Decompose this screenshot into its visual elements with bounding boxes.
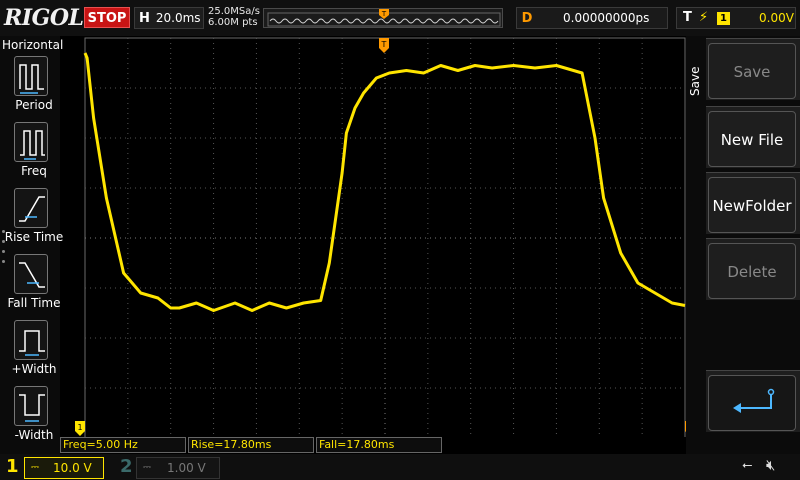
ch1-ground-marker-icon: 1 [75,421,85,436]
measure-menu: Horizontal Period Freq Rise Time Fall Ti… [0,36,64,454]
measurement-results-bar: Freq=5.00 Hz Rise=17.80ms Fall=17.80ms [60,437,686,454]
horizontal-delay-box[interactable]: D 0.00000000ps [516,7,668,29]
measure-item-rise-time[interactable]: Rise Time [4,188,63,250]
trigger-position-marker-icon: T [379,9,389,19]
save-button-label: Save [708,43,796,99]
measure-item-negative-width[interactable]: -Width [4,386,60,448]
return-arrow-icon [733,388,775,413]
channel-1-indicator[interactable]: 1 ⎓ 10.0 V [0,456,104,480]
trigger-marker-icon: T [379,38,389,53]
trigger-box[interactable]: T ⚡ 1 0.00V [676,7,796,29]
graticule-grid [84,37,686,439]
period-icon [14,56,48,96]
menu-title: Horizontal [2,38,64,52]
measure-item-label: +Width [11,362,57,376]
horizontal-label: H [139,11,150,26]
measure-item-label: Fall Time [7,296,61,310]
measure-item-positive-width[interactable]: +Width [4,320,60,382]
rising-edge-icon: ⚡ [699,10,709,25]
channel-1-number: 1 [6,456,19,477]
save-menu-title: Save [688,66,702,96]
top-status-bar: RIGOL STOP H 20.0ms 25.0MSa/s 6.00M pts T… [0,0,800,36]
dc-coupling-icon: ⎓ [143,462,151,473]
rise-time-icon [14,188,48,228]
measure-item-label: -Width [14,428,54,442]
measure-item-label: Rise Time [4,230,64,244]
new-file-button[interactable]: New File [706,106,800,168]
new-folder-button[interactable]: NewFolder [706,172,800,234]
new-file-button-label: New File [708,111,796,167]
measurement-rise-time[interactable]: Rise=17.80ms [188,437,314,453]
svg-text:T: T [381,40,387,49]
svg-text:1: 1 [77,423,82,432]
delete-button-label: Delete [708,243,796,299]
channel-2-indicator[interactable]: 2 ⎓ 1.00 V [118,456,222,480]
save-menu: Save Save New File NewFolder Delete [686,36,800,454]
measure-item-label: Period [15,98,53,112]
trigger-source: 1 [717,12,730,25]
run-stop-indicator[interactable]: STOP [84,7,130,28]
return-button[interactable] [706,370,800,432]
channel-2-scale: 1.00 V [167,461,206,475]
measurement-frequency[interactable]: Freq=5.00 Hz [60,437,186,453]
measurement-fall-time[interactable]: Fall=17.80ms [316,437,442,453]
trigger-level: 0.00V [759,11,794,25]
memory-depth: 6.00M pts [208,17,258,28]
measure-item-period[interactable]: Period [4,56,60,118]
ch1-waveform-trace [83,52,686,312]
usb-icon: ⭠ [742,458,753,473]
negative-width-icon [14,386,48,426]
delay-value: 0.00000000ps [563,11,650,25]
acquisition-info: 25.0MSa/s 6.00M pts [208,6,260,28]
dc-coupling-icon: ⎓ [31,462,39,473]
frequency-icon [14,122,48,162]
measure-item-fall-time[interactable]: Fall Time [4,254,61,316]
sample-rate: 25.0MSa/s [208,6,260,17]
save-button[interactable]: Save [706,38,800,100]
horizontal-scale-box[interactable]: H 20.0ms [134,7,204,29]
channel-2-number: 2 [120,456,133,477]
waveform-overview: T [267,9,501,27]
trigger-label: T [683,10,692,25]
measure-item-freq[interactable]: Freq [4,122,60,184]
waveform-overview-bar[interactable]: T [263,8,503,28]
fall-time-icon [14,254,48,294]
new-folder-button-label: NewFolder [708,177,796,233]
svg-text:T: T [381,10,387,18]
brand-logo: RIGOL [4,5,84,31]
channel-status-bar: 1 ⎓ 10.0 V 2 ⎓ 1.00 V ⭠ 🔇︎ [0,454,800,480]
horizontal-scale-value: 20.0ms [155,11,201,25]
channel-1-scale: 10.0 V [53,461,92,475]
delete-button[interactable]: Delete [706,238,800,300]
graticule-border [84,37,686,439]
delay-label: D [521,11,533,26]
positive-width-icon [14,320,48,360]
measure-item-label: Freq [21,164,47,178]
speaker-muted-icon[interactable]: 🔇︎ [766,456,775,474]
waveform-display: T 1 T [75,37,695,439]
